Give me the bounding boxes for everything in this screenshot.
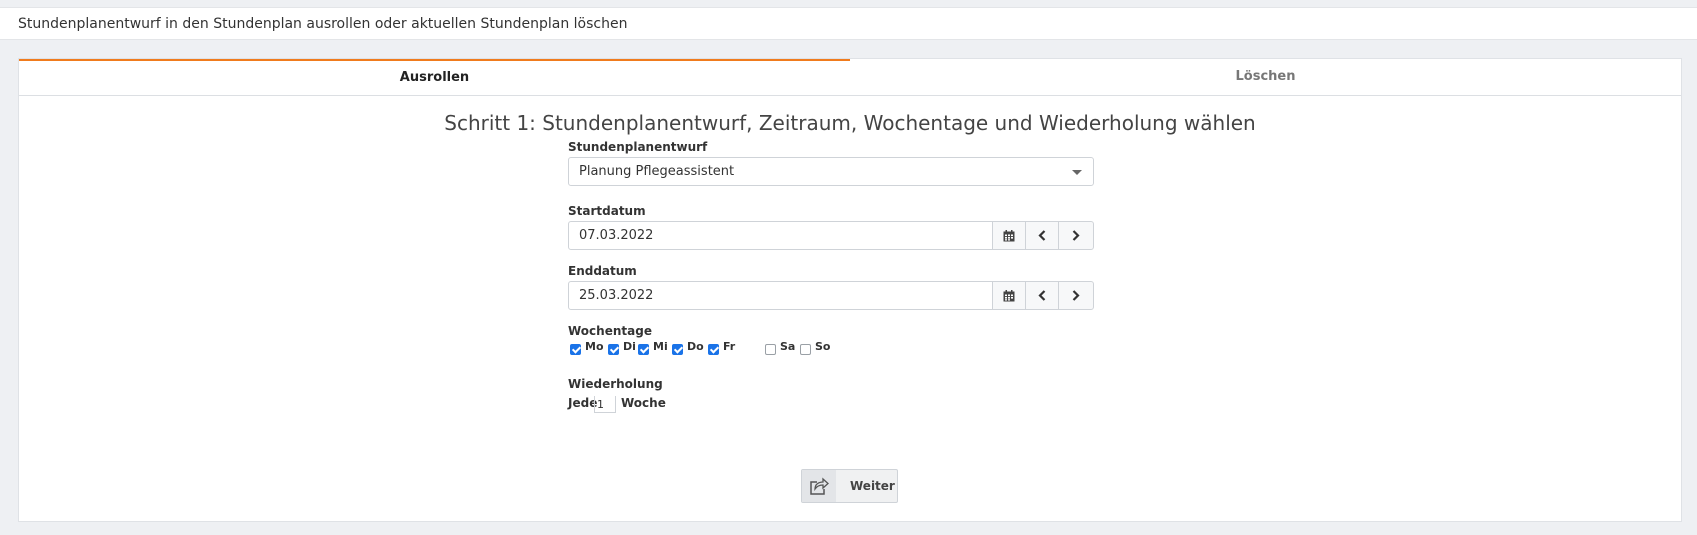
next-button[interactable]: Weiter — [801, 469, 898, 503]
repeat-suffix: Woche — [621, 396, 666, 410]
weekday-label: Mi — [653, 340, 668, 353]
start-date-input[interactable]: 07.03.2022 — [568, 221, 993, 250]
end-date-label: Enddatum — [568, 264, 637, 278]
weekday-label: Sa — [780, 340, 796, 353]
caret-down-icon — [1072, 170, 1082, 175]
tab-loeschen[interactable]: Löschen — [850, 59, 1681, 96]
start-date-group: 07.03.2022 — [568, 221, 1094, 250]
calendar-icon — [1003, 289, 1015, 301]
end-date-input[interactable]: 25.03.2022 — [568, 281, 993, 310]
weekday-list: Mo Di Mi Do Fr Sa So — [568, 340, 1094, 358]
header-bar: Stundenplanentwurf in den Stundenplan au… — [0, 7, 1697, 40]
draft-label: Stundenplanentwurf — [568, 140, 708, 154]
start-date-calendar-button[interactable] — [992, 221, 1026, 250]
chevron-left-icon — [1038, 290, 1046, 301]
draft-select[interactable]: Planung Pflegeassistent — [568, 157, 1094, 186]
weekday-label: So — [815, 340, 831, 353]
weekday-label: Fr — [723, 340, 736, 353]
chevron-right-icon — [1072, 290, 1080, 301]
calendar-icon — [1003, 229, 1015, 241]
repeat-weeks-input[interactable]: 1 — [594, 396, 616, 413]
start-date-prev-button[interactable] — [1025, 221, 1059, 250]
start-date-next-button[interactable] — [1058, 221, 1094, 250]
step-title: Schritt 1: Stundenplanentwurf, Zeitraum,… — [444, 111, 1256, 135]
share-icon — [802, 470, 836, 502]
weekdays-label: Wochentage — [568, 324, 652, 338]
weekday-label: Mo — [585, 340, 604, 353]
chevron-right-icon — [1072, 230, 1080, 241]
end-date-calendar-button[interactable] — [992, 281, 1026, 310]
checkbox-di[interactable] — [608, 344, 619, 355]
checkbox-mi[interactable] — [638, 344, 649, 355]
next-button-label: Weiter — [850, 479, 895, 493]
checkbox-so[interactable] — [800, 344, 811, 355]
checkbox-mo[interactable] — [570, 344, 581, 355]
draft-select-value: Planung Pflegeassistent — [579, 164, 735, 179]
repeat-row: Jede 1 Woche — [568, 396, 768, 414]
tab-ausrollen[interactable]: Ausrollen — [19, 59, 850, 96]
checkbox-fr[interactable] — [708, 344, 719, 355]
end-date-next-button[interactable] — [1058, 281, 1094, 310]
start-date-label: Startdatum — [568, 204, 646, 218]
weekday-label: Do — [687, 340, 704, 353]
tab-bar: Ausrollen Löschen — [19, 59, 1681, 96]
checkbox-do[interactable] — [672, 344, 683, 355]
repeat-label: Wiederholung — [568, 377, 663, 391]
checkbox-sa[interactable] — [765, 344, 776, 355]
weekday-label: Di — [623, 340, 636, 353]
repeat-prefix: Jede — [568, 396, 598, 410]
end-date-group: 25.03.2022 — [568, 281, 1094, 310]
chevron-left-icon — [1038, 230, 1046, 241]
end-date-prev-button[interactable] — [1025, 281, 1059, 310]
page-title: Stundenplanentwurf in den Stundenplan au… — [18, 16, 628, 32]
